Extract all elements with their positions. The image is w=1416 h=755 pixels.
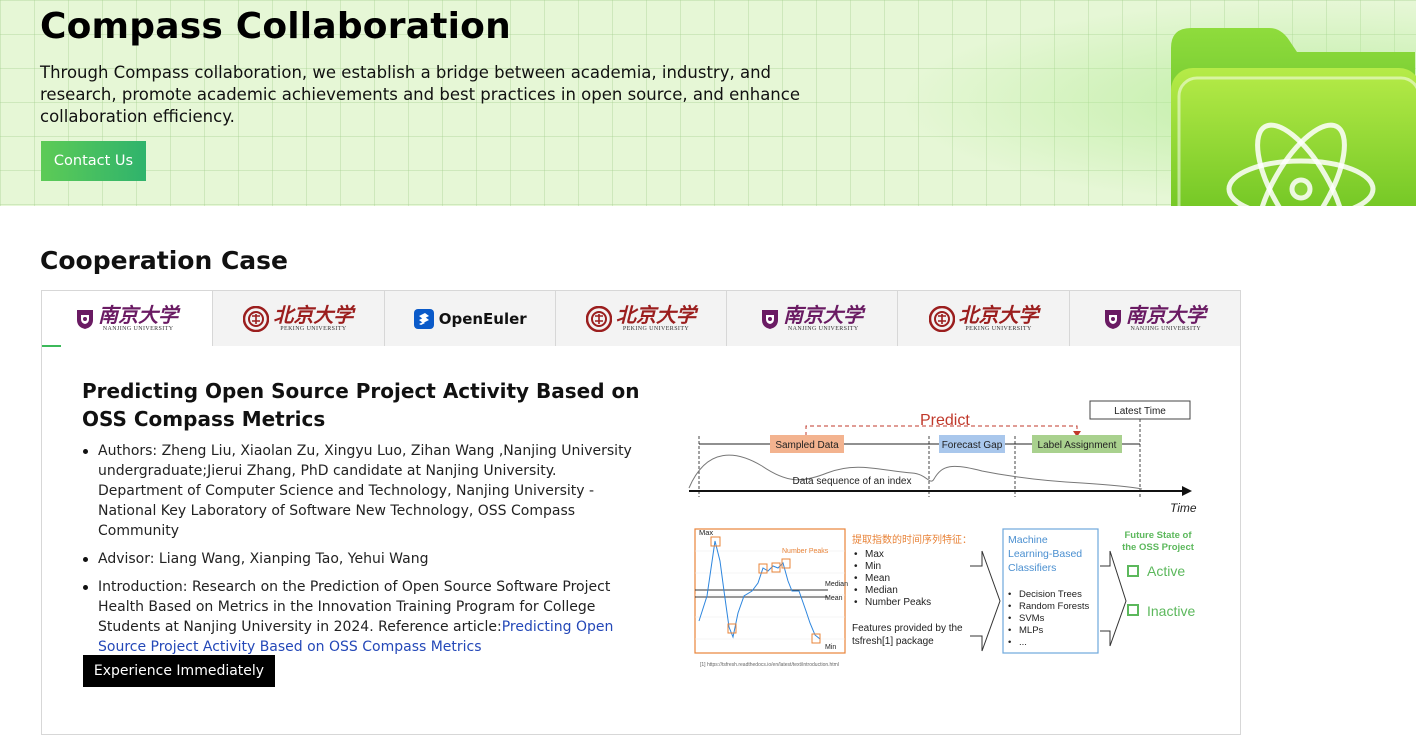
svg-text:•: •: [854, 585, 858, 596]
cooperation-case-panel: 南京大学 NANJING UNIVERSITY 北京大学 PEKING UNIV…: [41, 290, 1241, 735]
case-tabs: 南京大学 NANJING UNIVERSITY 北京大学 PEKING UNIV…: [42, 291, 1240, 347]
logo-text-cn: 南京大学: [1125, 303, 1206, 327]
features-list: • Max • Min • Mean • Median • Number Peaks: [854, 549, 931, 608]
tab-nanjing-university-2[interactable]: 南京大学 NANJING UNIVERSITY: [726, 291, 898, 346]
flow-arrow-2: [1100, 550, 1127, 647]
peking-university-logo: 北京大学 PEKING UNIVERSITY: [243, 304, 353, 333]
case-authors: Authors: Zheng Liu, Xiaolan Zu, Xingyu L…: [82, 441, 642, 541]
contact-us-button[interactable]: Contact Us: [41, 141, 146, 181]
svg-text:•: •: [1008, 613, 1011, 624]
classifier-item: ...: [1019, 637, 1027, 648]
logo-text-cn: 北京大学: [615, 303, 696, 327]
feature-item: Number Peaks: [865, 597, 931, 608]
feature-item: Max: [865, 549, 884, 560]
inactive-checkbox-icon: [1127, 604, 1139, 616]
nanjing-university-logo: 南京大学 NANJING UNIVERSITY: [761, 304, 863, 333]
data-sequence-label: Data sequence of an index: [793, 476, 912, 487]
tab-peking-university-3[interactable]: 北京大学 PEKING UNIVERSITY: [897, 291, 1069, 346]
future-title-2: the OSS Project: [1122, 542, 1195, 553]
svg-text:•: •: [1008, 601, 1011, 612]
nanjing-university-logo: 南京大学 NANJING UNIVERSITY: [76, 304, 178, 333]
case-details-list: Authors: Zheng Liu, Xiaolan Zu, Xingyu L…: [82, 441, 642, 665]
future-title-1: Future State of: [1124, 530, 1192, 541]
logo-text-cn: 北京大学: [958, 303, 1039, 327]
features-note-1: Features provided by the: [852, 623, 963, 634]
peking-university-logo: 北京大学 PEKING UNIVERSITY: [585, 303, 696, 333]
logo-text-en: PEKING UNIVERSITY: [280, 326, 347, 332]
feature-item: Min: [865, 561, 881, 572]
nju-shield-icon: [1104, 309, 1121, 329]
sampled-data-label: Sampled Data: [775, 440, 839, 451]
svg-text:•: •: [854, 573, 858, 584]
svg-text:•: •: [854, 549, 858, 560]
features-title: 提取指数的时间序列特征：: [852, 533, 972, 546]
case-introduction: Introduction: Research on the Prediction…: [82, 577, 642, 657]
classifiers-title-2: Learning-Based: [1008, 548, 1082, 560]
logo-text-en: NANJING UNIVERSITY: [102, 326, 174, 332]
data-sequence-curve: [688, 454, 1143, 490]
classifier-item: SVMs: [1019, 613, 1045, 624]
classifiers-title-3: Classifiers: [1008, 562, 1056, 574]
logo-text-en: PEKING UNIVERSITY: [965, 326, 1032, 332]
experience-immediately-button[interactable]: Experience Immediately: [83, 655, 275, 687]
nju-shield-icon: [77, 309, 94, 329]
chart-mean-label: Mean: [825, 595, 843, 602]
chart-peaks-label: Number Peaks: [782, 548, 829, 555]
svg-text:•: •: [1008, 637, 1011, 648]
svg-text:•: •: [854, 561, 858, 572]
tab-nanjing-university-3[interactable]: 南京大学 NANJING UNIVERSITY: [1068, 291, 1240, 346]
pku-seal-icon: [928, 305, 955, 332]
classifier-item: Random Forests: [1019, 601, 1089, 612]
classifier-item: Decision Trees: [1019, 589, 1082, 600]
classifiers-title-1: Machine: [1008, 534, 1048, 546]
openeuler-label: OpenEuler: [438, 309, 527, 328]
atom-folder-icon: [1165, 22, 1416, 206]
nanjing-university-logo: 南京大学 NANJING UNIVERSITY: [1104, 304, 1206, 333]
chart-min-label: Min: [825, 644, 836, 651]
active-label: Active: [1147, 563, 1185, 579]
hero-description: Through Compass collaboration, we establ…: [40, 63, 800, 126]
classifier-item: MLPs: [1019, 625, 1044, 636]
chart-max-label: Max: [699, 528, 713, 537]
logo-text-cn: 南京大学: [98, 303, 179, 327]
inactive-label: Inactive: [1147, 603, 1195, 619]
page-title: Compass Collaboration: [40, 6, 511, 47]
tab-openeuler[interactable]: OpenEuler: [383, 291, 555, 346]
flow-arrow-1: [970, 550, 1001, 652]
hero-banner: Compass Collaboration Through Compass co…: [0, 0, 1416, 206]
openeuler-logo: OpenEuler: [413, 308, 527, 330]
logo-text-en: NANJING UNIVERSITY: [787, 326, 859, 332]
peking-university-logo: 北京大学 PEKING UNIVERSITY: [928, 303, 1039, 333]
logo-text-en: NANJING UNIVERSITY: [1130, 326, 1202, 332]
time-label: Time: [1170, 501, 1197, 515]
logo-text-cn: 南京大学: [783, 303, 864, 327]
logo-text-cn: 北京大学: [273, 303, 354, 327]
openeuler-icon: [413, 308, 434, 329]
svg-text:•: •: [1008, 625, 1011, 636]
pku-seal-icon: [243, 305, 270, 332]
svg-text:•: •: [854, 597, 858, 608]
logo-text-en: PEKING UNIVERSITY: [622, 326, 690, 332]
chart-median-label: Median: [825, 581, 848, 588]
case-title: Predicting Open Source Project Activity …: [82, 379, 640, 431]
nju-shield-icon: [762, 309, 779, 329]
time-axis-arrow: [1182, 486, 1192, 496]
footnote: [1] https://tsfresh.readthedocs.io/en/la…: [700, 662, 839, 668]
section-title: Cooperation Case: [40, 246, 288, 275]
feature-item: Mean: [865, 573, 890, 584]
forecast-gap-label: Forecast Gap: [942, 440, 1003, 451]
feature-item: Median: [865, 585, 898, 596]
tab-nanjing-university-1[interactable]: 南京大学 NANJING UNIVERSITY: [42, 291, 213, 347]
label-assignment-label: Label Assignment: [1038, 440, 1117, 451]
tab-peking-university-1[interactable]: 北京大学 PEKING UNIVERSITY: [212, 291, 384, 346]
latest-time-label: Latest Time: [1114, 406, 1166, 417]
case-advisor: Advisor: Liang Wang, Xianping Tao, Yehui…: [82, 549, 642, 569]
prediction-pipeline-diagram: Predict Latest Time Sampled Data Forecas…: [688, 400, 1197, 668]
tab-peking-university-2[interactable]: 北京大学 PEKING UNIVERSITY: [554, 291, 727, 346]
features-note-2: tsfresh[1] package: [852, 636, 934, 647]
active-checkbox-icon: [1127, 565, 1139, 577]
svg-text:•: •: [1008, 589, 1011, 600]
pku-seal-icon: [585, 305, 612, 332]
